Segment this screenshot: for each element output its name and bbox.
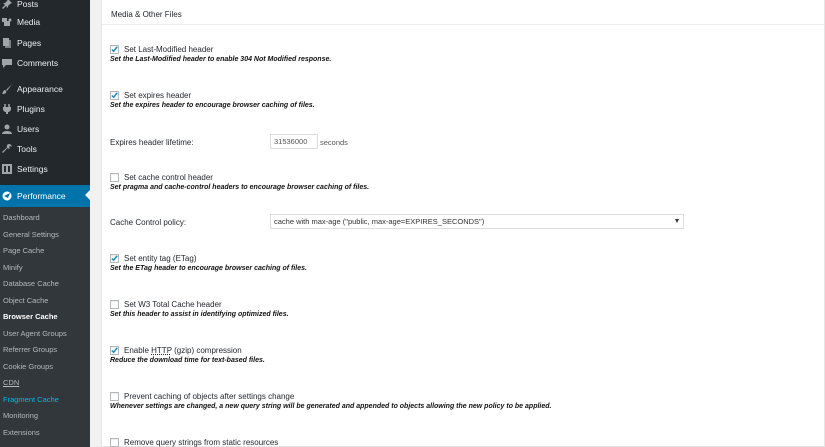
menu-label: Appearance [17,84,63,94]
last-modified-desc: Set the Last-Modified header to enable 3… [110,56,332,63]
gzip-label-post: (gzip) compression [171,346,242,355]
w3tc-header-label: Set W3 Total Cache header [124,300,222,309]
menu-label: Settings [17,164,48,174]
menu-item-pages[interactable]: Pages [0,33,90,53]
menu-item-media[interactable]: Media [0,12,90,32]
etag-checkbox[interactable] [110,254,119,263]
submenu-database-cache[interactable]: Database Cache [3,279,59,289]
menu-label: Comments [17,58,59,68]
submenu-browser-cache[interactable]: Browser Cache [3,312,58,322]
etag-desc-post: header to encourage browser caching of f… [152,265,307,272]
submenu-general-settings[interactable]: General Settings [3,230,59,240]
settings-icon [2,164,12,174]
policy-selected-value: cache with max-age ("public, max-age=EXP… [274,217,485,226]
last-modified-label: Set Last-Modified header [124,45,214,54]
submenu-page-cache[interactable]: Page Cache [3,246,44,256]
checkmark-icon [111,46,118,53]
submenu-monitoring[interactable]: Monitoring [3,411,38,421]
pages-icon [2,38,12,48]
checkmark-icon [111,92,118,99]
menu-label: Posts [17,0,39,9]
performance-submenu: Dashboard General Settings Page Cache Mi… [0,207,90,447]
last-modified-checkbox[interactable] [110,45,119,54]
prevent-caching-checkbox[interactable] [110,392,119,401]
menu-label: Plugins [17,104,45,114]
checkmark-icon [111,255,118,262]
admin-sidebar: Posts Media Pages Comments Appearance Pl… [0,0,90,447]
etag-label: Set entity tag (ETag) [124,254,197,263]
submenu-user-agent-groups[interactable]: User Agent Groups [3,329,67,339]
comments-icon [2,58,12,68]
lifetime-input[interactable] [270,134,318,149]
prevent-caching-label: Prevent caching of objects after setting… [124,392,295,401]
remove-query-label: Remove query strings from static resourc… [124,438,279,447]
submenu-referrer-groups[interactable]: Referrer Groups [3,345,57,355]
menu-label: Media [17,17,41,27]
submenu-object-cache[interactable]: Object Cache [3,296,48,306]
remove-query-checkbox[interactable] [110,438,119,447]
cache-control-desc: Set pragma and cache-control headers to … [110,184,370,191]
menu-label: Tools [17,144,37,154]
gzip-desc: Reduce the download time for text-based … [110,357,265,364]
menu-item-tools[interactable]: Tools [0,139,90,159]
checkmark-icon [111,347,118,354]
policy-select[interactable]: cache with max-age ("public, max-age=EXP… [270,214,684,229]
policy-label: Cache Control policy: [110,218,187,227]
gzip-label: Enable HTTP (gzip) compression [124,346,242,356]
gzip-checkbox[interactable] [110,346,119,355]
w3tc-header-checkbox[interactable] [110,300,119,309]
submenu-fragment-cache[interactable]: Fragment Cache [3,395,59,405]
performance-icon [2,191,12,201]
plugins-icon [2,104,12,114]
menu-item-performance[interactable]: Performance [0,185,90,207]
expires-desc: Set the expires header to encourage brow… [110,102,315,109]
lifetime-label: Expires header lifetime: [110,138,194,147]
brush-icon [2,84,12,94]
prevent-caching-desc: Whenever settings are changed, a new que… [110,403,552,410]
gzip-label-abbr: HTTP [151,346,172,355]
chevron-down-icon [675,219,679,223]
menu-label: Performance [17,191,66,201]
pin-icon [2,0,12,9]
cache-control-label: Set cache control header [124,173,213,182]
submenu-cdn[interactable]: CDN [3,378,19,388]
menu-label: Pages [17,38,42,48]
cache-control-checkbox[interactable] [110,173,119,182]
wrench-icon [2,144,12,154]
lifetime-unit: seconds [320,138,348,147]
etag-desc-pre: Set the [110,265,136,272]
menu-item-users[interactable]: Users [0,119,90,139]
expires-checkbox[interactable] [110,91,119,100]
panel-divider [102,24,824,25]
menu-label: Users [17,124,40,134]
media-icon [2,17,12,27]
submenu-minify[interactable]: Minify [3,263,23,273]
gzip-label-pre: Enable [124,346,152,355]
panel-title: Media & Other Files [111,10,182,19]
etag-desc-em: ETag [135,265,153,272]
etag-desc: Set the ETag header to encourage browser… [110,264,307,274]
submenu-dashboard[interactable]: Dashboard [3,213,40,223]
menu-item-settings[interactable]: Settings [0,159,90,179]
menu-item-plugins[interactable]: Plugins [0,99,90,119]
menu-item-comments[interactable]: Comments [0,53,90,73]
menu-item-appearance[interactable]: Appearance [0,79,90,99]
submenu-extensions[interactable]: Extensions [3,428,40,438]
w3tc-header-desc: Set this header to assist in identifying… [110,311,289,318]
media-other-files-panel: Media & Other Files Set Last-Modified he… [101,0,825,447]
submenu-cookie-groups[interactable]: Cookie Groups [3,362,53,372]
users-icon [2,124,12,134]
expires-label: Set expires header [124,91,192,100]
